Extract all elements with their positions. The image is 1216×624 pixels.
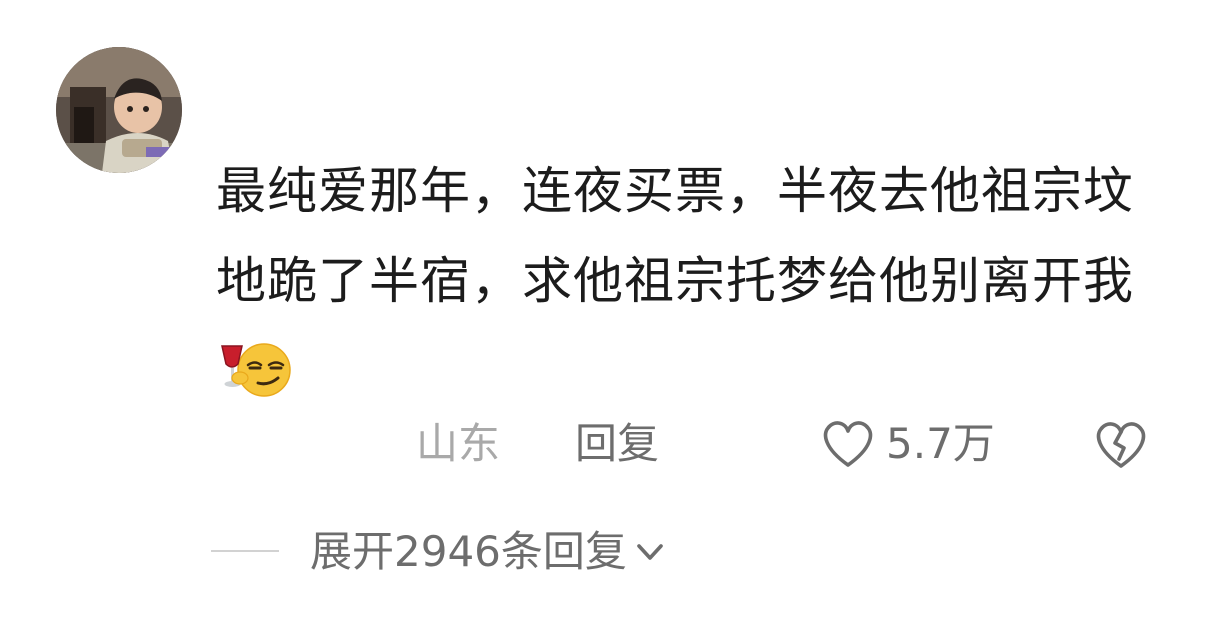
smirking-wine-emoji-icon — [218, 336, 296, 397]
broken-heart-icon — [1096, 422, 1146, 468]
expand-divider-line — [211, 550, 279, 552]
expand-replies-row: 展开2946条回复 — [0, 522, 1216, 582]
user-avatar[interactable] — [56, 47, 182, 173]
like-button[interactable]: 5.7万 — [820, 412, 995, 476]
comment-meta-row: 山东 回复 5.7万 — [0, 412, 1216, 476]
comment-text-content: 最纯爱那年，连夜买票，半夜去他祖宗坟地跪了半宿，求他祖宗托梦给他别离开我 — [216, 162, 1134, 310]
expand-replies-button[interactable]: 展开2946条回复 — [310, 524, 667, 580]
chevron-down-icon — [637, 544, 663, 560]
avatar-photo — [56, 47, 182, 173]
heart-outline-icon — [823, 421, 873, 467]
dislike-button[interactable] — [1093, 417, 1149, 473]
reply-button[interactable]: 回复 — [575, 416, 659, 472]
location-label: 山东 — [416, 419, 501, 468]
expand-replies-label: 展开2946条回复 — [310, 527, 627, 576]
comment-item: 最纯爱那年，连夜买票，半夜去他祖宗坟地跪了半宿，求他祖宗托梦给他别离开我 山东 … — [0, 0, 1216, 624]
comment-text: 最纯爱那年，连夜买票，半夜去他祖宗坟地跪了半宿，求他祖宗托梦给他别离开我 — [216, 146, 1136, 416]
like-count: 5.7万 — [886, 419, 995, 468]
